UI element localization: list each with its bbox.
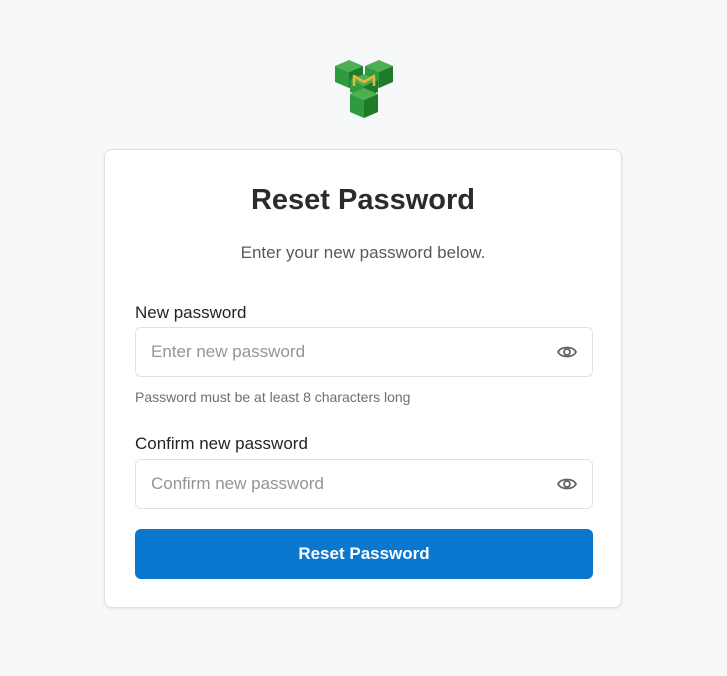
password-hint: Password must be at least 8 characters l… xyxy=(135,389,411,405)
new-password-field xyxy=(135,327,593,377)
confirm-password-input[interactable] xyxy=(151,460,531,508)
reset-password-button[interactable]: Reset Password xyxy=(135,529,593,579)
cube-logo-svg xyxy=(335,60,393,118)
eye-icon[interactable] xyxy=(556,474,578,494)
new-password-label: New password xyxy=(135,303,247,322)
confirm-password-field xyxy=(135,459,593,509)
cube-logo-icon xyxy=(333,58,395,120)
page-title: Reset Password xyxy=(250,184,476,216)
eye-icon[interactable] xyxy=(556,342,578,362)
eye-icon-svg xyxy=(557,478,577,490)
reset-password-card: Reset Password Enter your new password b… xyxy=(104,149,622,608)
confirm-password-label: Confirm new password xyxy=(135,434,308,453)
page-subtitle: Enter your new password below. xyxy=(240,243,486,262)
eye-icon-svg xyxy=(557,346,577,358)
new-password-input[interactable] xyxy=(151,328,531,376)
